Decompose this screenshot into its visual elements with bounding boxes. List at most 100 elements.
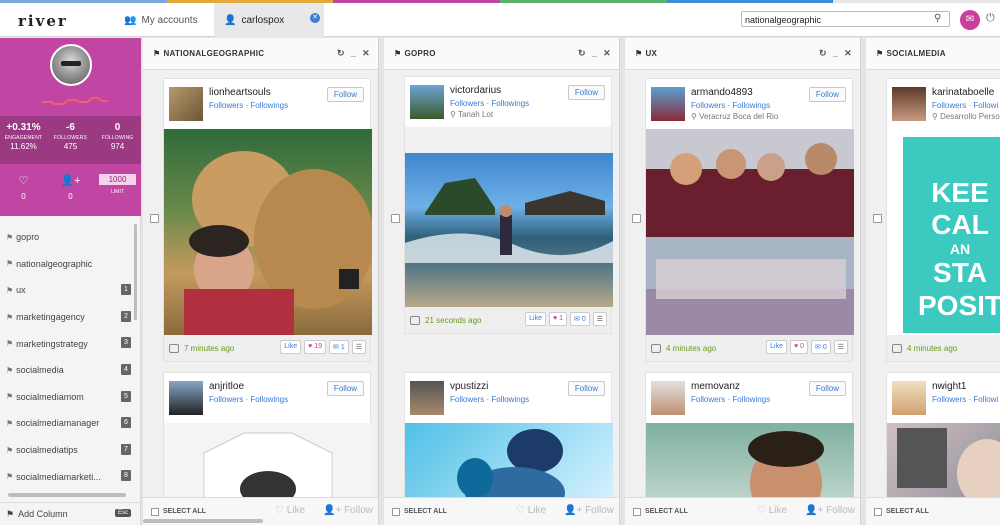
followers-links[interactable]: Followers · Followings	[691, 101, 770, 110]
follow-all-button[interactable]: 👤+ Follow	[805, 505, 855, 516]
power-icon[interactable]: ⏻	[986, 12, 995, 25]
heart-count[interactable]: ♥ 19	[304, 340, 326, 354]
messages-button[interactable]: ✉	[960, 10, 980, 30]
post-time[interactable]: 4 minutes ago	[907, 344, 957, 353]
username[interactable]: karinataboelle	[932, 87, 994, 98]
followers-links[interactable]: Followers · Followi	[932, 101, 998, 110]
close-icon[interactable]: ✕	[362, 48, 370, 59]
sidebar-item-socialmedia[interactable]: ⚑ socialmedia 4	[0, 357, 141, 384]
limit-input[interactable]: 1000	[98, 174, 137, 185]
sidebar-item-socialmediamarketing[interactable]: ⚑ socialmediamarketi... 8	[0, 463, 141, 490]
avatar[interactable]	[651, 381, 685, 415]
avatar[interactable]	[410, 85, 444, 119]
heart-count[interactable]: ♥ 1	[548, 312, 567, 326]
menu-icon[interactable]: ☰	[592, 312, 607, 326]
select-all-checkbox[interactable]	[874, 507, 882, 516]
followers-links[interactable]: Followers · Followings	[450, 99, 529, 108]
avatar[interactable]	[892, 381, 926, 415]
select-all-label[interactable]: SELECT ALL	[404, 508, 447, 515]
post-checkbox[interactable]	[632, 214, 641, 223]
follow-all-button[interactable]: 👤+ Follow	[323, 505, 373, 516]
post-checkbox[interactable]	[873, 214, 882, 223]
menu-icon[interactable]: ☰	[833, 340, 848, 354]
select-all-label[interactable]: SELECT ALL	[645, 508, 688, 515]
sidebar-item-socialmediatips[interactable]: ⚑ socialmediatips 7	[0, 437, 141, 464]
refresh-icon[interactable]: ↻	[578, 48, 586, 59]
search-input[interactable]	[741, 11, 950, 27]
close-icon[interactable]: ✕	[310, 13, 320, 23]
avatar[interactable]	[169, 381, 203, 415]
refresh-icon[interactable]: ↻	[337, 48, 345, 59]
post-photo[interactable]	[405, 423, 613, 503]
like-all-button[interactable]: ♡ Like	[275, 505, 305, 516]
sidebar-item-gopro[interactable]: ⚑ gopro	[0, 224, 141, 251]
minimize-icon[interactable]: _	[351, 48, 356, 59]
post-photo[interactable]	[164, 423, 372, 503]
username[interactable]: armando4893	[691, 87, 753, 98]
post-photo[interactable]	[646, 129, 854, 335]
tab-my-accounts[interactable]: 👥 My accounts	[114, 3, 214, 37]
post-time[interactable]: 21 seconds ago	[425, 316, 482, 325]
followers-links[interactable]: Followers · Followi	[932, 395, 998, 404]
sidebar-item-ux[interactable]: ⚑ ux 1	[0, 277, 141, 304]
heart-count[interactable]: ♥ 0	[789, 340, 808, 354]
avatar[interactable]	[651, 87, 685, 121]
post-photo[interactable]: KEE CAL AN STA POSIT	[887, 129, 1000, 335]
follow-button[interactable]: Follow	[808, 87, 846, 102]
username[interactable]: vpustizzi	[450, 381, 488, 392]
like-all-button[interactable]: ♡ Like	[516, 505, 546, 516]
select-all-checkbox[interactable]	[392, 507, 400, 516]
avatar[interactable]	[169, 87, 203, 121]
like-button[interactable]: Like	[766, 340, 787, 354]
post-photo[interactable]	[405, 153, 613, 307]
followers-links[interactable]: Followers · Followings	[209, 101, 288, 110]
refresh-icon[interactable]: ↻	[819, 48, 827, 59]
columns-horizontal-scrollbar[interactable]	[143, 519, 263, 523]
sidebar-item-socialmediamanager[interactable]: ⚑ socialmediamanager 6	[0, 410, 141, 437]
avatar[interactable]	[410, 381, 444, 415]
app-logo[interactable]: river	[18, 12, 68, 30]
close-icon[interactable]: ✕	[603, 48, 611, 59]
tab-carlospox[interactable]: 👤 carlospox ✕	[214, 3, 324, 37]
post-time[interactable]: 7 minutes ago	[184, 344, 234, 353]
select-all-label[interactable]: SELECT ALL	[886, 508, 929, 515]
followers-links[interactable]: Followers · Followings	[209, 395, 288, 404]
comment-count[interactable]: ✉ 1	[329, 340, 349, 354]
post-photo[interactable]	[164, 129, 372, 335]
sidebar-item-marketingstrategy[interactable]: ⚑ marketingstrategy 3	[0, 330, 141, 357]
sidebar-scrollbar[interactable]	[134, 224, 137, 320]
comment-count[interactable]: ✉ 0	[570, 312, 590, 326]
post-photo[interactable]	[887, 423, 1000, 503]
username[interactable]: victordarius	[450, 85, 501, 96]
sidebar-horizontal-scrollbar[interactable]	[8, 493, 126, 497]
follow-button[interactable]: Follow	[326, 87, 364, 102]
search-icon[interactable]: ⚲	[934, 13, 941, 24]
follow-all-button[interactable]: 👤+ Follow	[564, 505, 614, 516]
select-all-checkbox[interactable]	[633, 507, 641, 516]
select-all-label[interactable]: SELECT ALL	[163, 508, 206, 515]
close-icon[interactable]: ✕	[844, 48, 852, 59]
follow-button[interactable]: Follow	[567, 381, 605, 396]
post-photo[interactable]	[646, 423, 854, 503]
username[interactable]: lionheartsouls	[209, 87, 271, 98]
followers-links[interactable]: Followers · Followings	[691, 395, 770, 404]
sidebar-item-nationalgeographic[interactable]: ⚑ nationalgeographic	[0, 251, 141, 278]
add-column-button[interactable]: ⚑ Add Column Esc	[0, 502, 141, 525]
avatar[interactable]	[50, 44, 92, 86]
post-checkbox[interactable]	[150, 214, 159, 223]
post-checkbox[interactable]	[391, 214, 400, 223]
comment-count[interactable]: ✉ 0	[811, 340, 831, 354]
sidebar-item-socialmediamom[interactable]: ⚑ socialmediamom 5	[0, 384, 141, 411]
like-button[interactable]: Like	[280, 340, 302, 354]
username[interactable]: memovanz	[691, 381, 740, 392]
avatar[interactable]	[892, 87, 926, 121]
username[interactable]: anjritloe	[209, 381, 244, 392]
menu-icon[interactable]: ☰	[351, 340, 366, 354]
username[interactable]: nwight1	[932, 381, 966, 392]
like-button[interactable]: Like	[525, 312, 546, 326]
follow-button[interactable]: Follow	[567, 85, 605, 100]
followers-links[interactable]: Followers · Followings	[450, 395, 529, 404]
follow-button[interactable]: Follow	[326, 381, 364, 396]
select-all-checkbox[interactable]	[151, 507, 159, 516]
minimize-icon[interactable]: _	[592, 48, 597, 59]
